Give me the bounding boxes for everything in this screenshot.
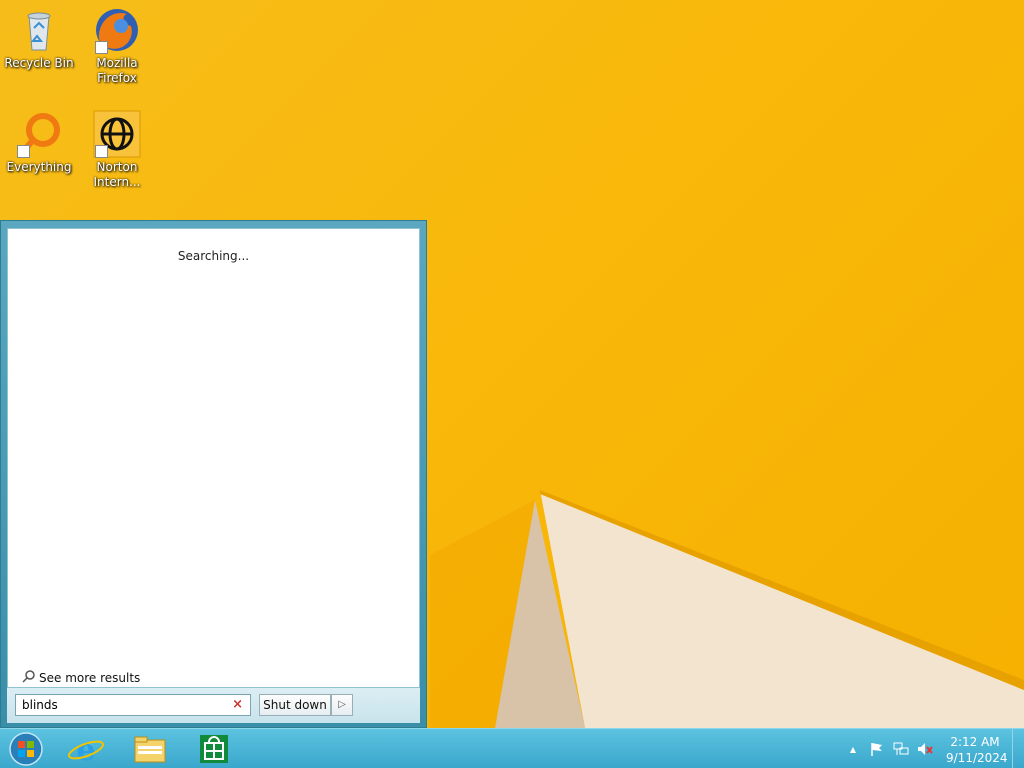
desktop-icon-label: Norton Intern... [93,160,141,189]
searching-status: Searching... [177,249,250,263]
clock-date: 9/11/2024 [946,751,1008,765]
everything-search-icon [15,110,63,158]
taskbar-store[interactable] [192,732,236,766]
clear-search-icon[interactable]: × [232,697,243,712]
taskbar: e ▲ 2:12 AM 9/11/2024 [0,728,1024,768]
clock-time: 2:12 AM [950,735,1000,749]
network-icon[interactable] [892,740,910,758]
show-desktop-button[interactable] [1012,729,1024,768]
search-box[interactable]: × [15,694,251,716]
show-hidden-icons-icon[interactable]: ▲ [844,740,862,758]
start-orb-icon [9,732,43,766]
clock[interactable]: 2:12 AM 9/11/2024 [946,734,1008,766]
desktop-icon-recycle-bin[interactable]: Recycle Bin [0,6,78,71]
system-tray: ▲ [838,729,934,768]
desktop-icon-firefox[interactable]: Mozilla Firefox [78,6,156,86]
taskbar-file-explorer[interactable] [128,732,172,766]
start-menu: Searching... See more results × Shut dow… [0,220,427,728]
shortcut-arrow-icon [95,41,108,54]
taskbar-internet-explorer[interactable]: e [64,732,108,768]
desktop-icon-norton[interactable]: Norton Intern... [78,110,156,190]
action-center-flag-icon[interactable] [868,740,886,758]
see-more-results-label: See more results [39,670,141,685]
shortcut-arrow-icon [17,145,30,158]
svg-text:e: e [76,733,95,766]
norton-icon [93,110,141,158]
recycle-bin-icon [15,6,63,54]
shortcut-arrow-icon [95,145,108,158]
start-button[interactable] [4,732,48,766]
desktop-icon-everything[interactable]: Everything [0,110,78,175]
firefox-icon [93,6,141,54]
search-results-pane: Searching... See more results [7,228,420,688]
desktop-icon-label: Recycle Bin [4,56,74,70]
see-more-results-link[interactable]: See more results [22,669,140,686]
search-icon [22,669,36,686]
search-input[interactable] [16,695,216,715]
file-explorer-icon [134,736,166,763]
store-icon [200,735,228,763]
internet-explorer-icon: e [67,733,105,768]
desktop-icon-label: Everything [6,160,72,174]
desktop-icon-label: Mozilla Firefox [96,56,138,85]
start-menu-bottom-bar: × Shut down ▷ [7,688,420,723]
volume-muted-icon[interactable] [916,740,934,758]
shut-down-button[interactable]: Shut down [259,694,331,716]
shut-down-options-button[interactable]: ▷ [331,694,353,716]
